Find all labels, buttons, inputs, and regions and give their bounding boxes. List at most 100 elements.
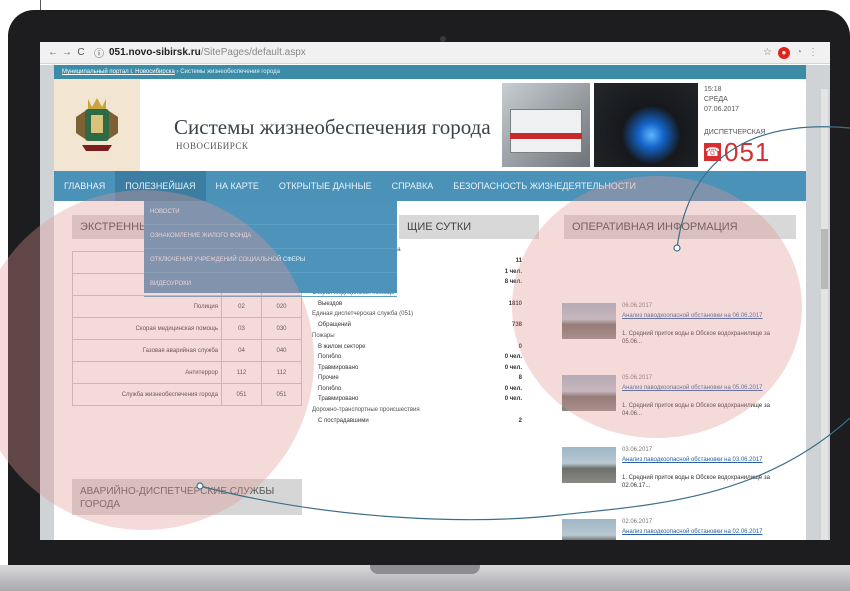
extension-icon[interactable]: ● [777,46,790,59]
site-container: Муниципальный портал г. Новосибирска › С… [54,65,806,540]
news-date: 03.06.2017 [622,447,653,453]
stats-row: Травмировано 0 чел. [312,394,522,405]
breadcrumb-home[interactable]: Муниципальный портал г. Новосибирска [62,69,175,75]
stats-label: Погибло [318,385,342,392]
arrow-left-icon[interactable]: ← [46,47,60,58]
menu-item-useful[interactable]: ПОЛЕЗНЕЙШАЯ [115,171,206,201]
site-subtitle: НОВОСИБИРСК [176,141,249,151]
menu-dropdown: НОВОСТИ ОЗНАКОМЛЕНИЕ ЖИЛОГО ФОНДА ОТКЛЮЧ… [144,201,397,297]
news-date: 02.06.2017 [622,519,653,525]
stats-value: 1810 [508,300,522,307]
arrow-right-icon[interactable]: → [60,47,74,58]
dropdown-item-news[interactable]: НОВОСТИ [144,201,397,225]
news-list: 06.06.2017 Анализ паводкоопасной обстано… [562,303,798,540]
dispatch-number-value: 051 [724,137,771,167]
clock-time: 15:18 [704,86,722,93]
stats-value: 0 [518,343,522,350]
stats-value: 0 чел. [504,396,522,403]
stats-row: В жилом секторе 0 [312,342,522,353]
news-thumbnail[interactable] [562,447,616,483]
coat-of-arms-logo[interactable] [54,79,140,171]
table-row: Скорая медицинская помощь 03 030 [72,317,302,340]
url-host: 051.novo-sibirsk.ru [109,47,201,58]
news-link[interactable]: Анализ паводкоопасной обстановки на 02.0… [622,528,788,536]
stats-label: Пожары [312,332,335,339]
stats-value: 2 [518,417,522,424]
gas-flame-photo [594,83,698,167]
dropdown-item-social[interactable]: ОТКЛЮЧЕНИЯ УЧРЕЖДЕНИЙ СОЦИАЛЬНОЙ СФЕРЫ [144,249,397,273]
menu-item-open-data[interactable]: ОТКРЫТЫЕ ДАННЫЕ [269,181,382,191]
breadcrumb: Муниципальный портал г. Новосибирска › С… [54,65,806,79]
stats-label: Единая диспетчерская служба (051) [312,311,414,317]
news-link[interactable]: Анализ паводкоопасной обстановки на 05.0… [622,384,788,392]
page-viewport: Муниципальный портал г. Новосибирска › С… [40,65,830,540]
dispatch-number[interactable]: ☎ 051 [704,139,770,165]
page-scrollbar[interactable] [821,89,828,540]
news-date: 05.06.2017 [622,375,653,381]
stats-label: Обращений [318,322,351,329]
news-text: 1. Средний приток воды в Обское водохран… [622,403,770,417]
clock-date: 07.06.2017 [704,106,740,113]
stats-row: Погибло 0 чел. [312,384,522,395]
stats-row: Травмировано 0 чел. [312,363,522,374]
stats-value: 8 чел. [504,279,522,286]
table-row: Полиция 02 020 [72,295,302,318]
news-item: 06.06.2017 Анализ паводкоопасной обстано… [562,303,798,375]
menu-item-help[interactable]: СПРАВКА [382,181,444,191]
news-item: 02.06.2017 Анализ паводкоопасной обстано… [562,519,798,540]
settings-icon[interactable]: ◔ [796,47,802,58]
address-bar[interactable]: ⓘ 051.novo-sibirsk.ru/SitePages/default.… [94,45,757,60]
stats-label: В жилом секторе [318,343,366,350]
stats-heading: ЩИЕ СУТКИ [399,215,539,239]
stats-row: Дорожно-транспортные происшествия [312,405,522,416]
news-thumbnail[interactable] [562,375,616,411]
menu-item-safety[interactable]: БЕЗОПАСНОСТЬ ЖИЗНЕДЕЯТЕЛЬНОСТИ [443,181,646,191]
menu-item-home[interactable]: ГЛАВНАЯ [54,181,115,191]
breadcrumb-current: Системы жизнеобеспечения города [180,69,281,75]
phone-icon: ☎ [704,143,721,161]
star-icon[interactable]: ☆ [763,47,772,58]
stats-label: Травмировано [318,396,359,403]
stats-value: 8 [518,375,522,382]
news-item: 05.06.2017 Анализ паводкоопасной обстано… [562,375,798,447]
news-item: 03.06.2017 Анализ паводкоопасной обстано… [562,447,798,519]
news-text: 1. Средний приток воды в Обское водохран… [622,331,770,345]
url-path: /SitePages/default.aspx [200,47,306,58]
browser-window: ← → C ⓘ 051.novo-sibirsk.ru/SitePages/de… [40,42,830,540]
news-link[interactable]: Анализ паводкоопасной обстановки на 03.0… [622,456,788,464]
menu-item-map[interactable]: НА КАРТЕ [206,181,269,191]
stats-row: С пострадавшими 2 [312,416,522,427]
info-icon[interactable]: ⓘ [94,45,104,60]
scrollbar-thumb[interactable] [821,229,828,289]
table-row: Антитеррор 112 112 [72,361,302,384]
browser-toolbar: ← → C ⓘ 051.novo-sibirsk.ru/SitePages/de… [40,42,830,64]
reload-icon[interactable]: C [74,47,88,58]
dispatch-services-heading: АВАРИЙНО-ДИСПЕТЧЕРСКИЕ СЛУЖБЫ ГОРОДА [72,479,302,515]
stats-label: Прочие [318,375,339,382]
stats-row: Обращений 738 [312,320,522,331]
dropdown-item-housing[interactable]: ОЗНАКОМЛЕНИЕ ЖИЛОГО ФОНДА [144,225,397,249]
news-date: 06.06.2017 [622,303,653,309]
main-menu: ГЛАВНАЯ ПОЛЕЗНЕЙШАЯ НА КАРТЕ ОТКРЫТЫЕ ДА… [54,171,806,201]
site-header: Системы жизнеобеспечения города НОВОСИБИ… [54,79,806,171]
stats-row: Единая диспетчерская служба (051) [312,309,522,320]
stats-label: Выездов [318,300,343,307]
dispatch-label: ДИСПЕТЧЕРСКАЯ [704,129,766,136]
stats-row: Погибло 0 чел. [312,352,522,363]
stats-value: 1 чел. [504,268,522,275]
news-heading: ОПЕРАТИВНАЯ ИНФОРМАЦИЯ [564,215,796,239]
news-thumbnail[interactable] [562,519,616,540]
clock-day: СРЕДА [704,96,728,103]
stats-row: Пожары [312,331,522,342]
table-row: Служба жизнеобеспечения города 051 051 [72,383,302,406]
dropdown-item-video[interactable]: ВИДЕОУРОКИ [144,273,397,297]
news-link[interactable]: Анализ паводкоопасной обстановки на 06.0… [622,312,788,320]
stats-value: 11 [515,258,522,265]
laptop-notch [370,565,480,574]
stats-value: 0 чел. [504,385,522,392]
menu-icon[interactable]: ⋮ [808,47,818,58]
news-thumbnail[interactable] [562,303,616,339]
stats-value: 0 чел. [504,364,522,371]
site-title: Системы жизнеобеспечения города [174,115,491,139]
stats-label: Погибло [318,354,342,361]
